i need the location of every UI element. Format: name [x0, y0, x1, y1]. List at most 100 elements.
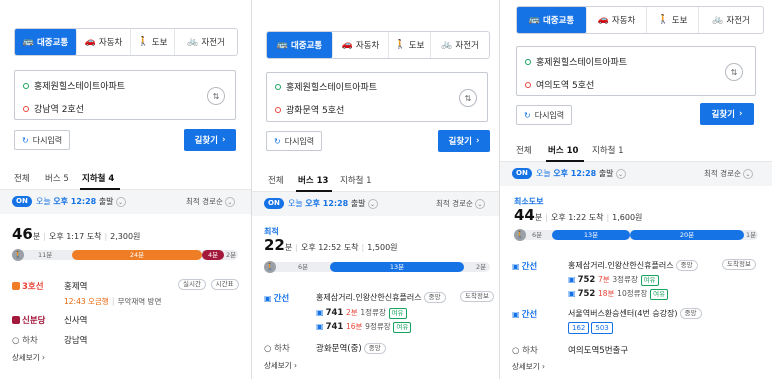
- swap-icon[interactable]: ⇅: [459, 89, 477, 107]
- mode-bike-button[interactable]: 🚲 자전거: [431, 32, 489, 58]
- origin-dot-icon: [275, 84, 281, 90]
- reset-button[interactable]: ↻ 다시입력: [516, 105, 573, 125]
- route-panel-gangnam: 🚌 대중교통 🚗 자동차 🚶 도보 🚲 자전거 홍제원힐스테이트아파트 강남역 2호선 …: [0, 0, 251, 379]
- result-tabs: 전체 버스 13 지하철 1: [252, 168, 499, 192]
- chevron-down-icon: ⌄: [224, 197, 235, 207]
- sort-select[interactable]: 최적 경로순 ⌄: [186, 196, 235, 207]
- mode-walk-button[interactable]: 🚶 도보: [131, 29, 175, 55]
- car-icon: 🚗: [341, 39, 353, 50]
- mode-car-button[interactable]: 🚗 자동차: [587, 7, 647, 33]
- walk-icon: 🚶: [514, 229, 526, 241]
- departure-time-select[interactable]: 오늘 오후 12:28 출발 ⌄: [36, 196, 126, 207]
- realtime-toggle[interactable]: ON: [512, 168, 532, 179]
- realtime-toggle[interactable]: ON: [264, 198, 284, 209]
- route-panel-yeouido: 🚌 대중교통 🚗 자동차 🚶 도보 🚲 자전거 홍제원힐스테이트아파트 여의도역 5호선…: [499, 0, 772, 379]
- subway-icon: [12, 282, 20, 290]
- details-link[interactable]: 상세보기 ›: [264, 360, 297, 371]
- departure-filter-bar: ON 오늘 오후 12:28 출발 ⌄ 최적 경로순 ⌄: [252, 192, 499, 216]
- tab-subway[interactable]: 지하철 1: [592, 144, 624, 156]
- sort-select[interactable]: 최적 경로순 ⌄: [436, 198, 485, 209]
- mode-transit-button[interactable]: 🚌 대중교통: [517, 7, 587, 33]
- chevron-down-icon: ⌄: [367, 199, 378, 209]
- realtime-toggle[interactable]: ON: [12, 196, 32, 207]
- swap-icon[interactable]: ⇅: [725, 63, 743, 81]
- tab-bus[interactable]: 버스 10: [548, 144, 578, 156]
- reset-button[interactable]: ↻ 다시입력: [266, 131, 323, 151]
- tab-all[interactable]: 전체: [268, 174, 284, 186]
- segment-line3: 24분: [72, 250, 202, 260]
- details-link[interactable]: 상세보기 ›: [512, 361, 545, 372]
- bus-number-badge[interactable]: 503: [591, 322, 613, 334]
- origin-field[interactable]: 홍제원힐스테이트아파트: [525, 55, 627, 68]
- segment-sinbundang: 4분: [202, 250, 224, 260]
- chevron-right-icon: ›: [738, 109, 743, 119]
- mode-car-button[interactable]: 🚗 자동차: [333, 32, 389, 58]
- alight-label: ○ 하차: [512, 346, 538, 356]
- find-route-button[interactable]: 길찾기 ›: [438, 130, 490, 152]
- bus-type-label: ▣ 간선: [512, 262, 538, 272]
- chevron-down-icon: ⌄: [115, 197, 126, 207]
- arrival-info-button[interactable]: 도착정보: [458, 291, 494, 302]
- tab-all[interactable]: 전체: [516, 144, 532, 156]
- mode-walk-button[interactable]: 🚶 도보: [389, 32, 431, 58]
- realtime-button[interactable]: 실시간: [178, 279, 206, 290]
- chevron-down-icon: ⌄: [615, 169, 626, 179]
- find-route-button[interactable]: 길찾기 ›: [700, 103, 754, 125]
- transfer-stop: 서울역버스환승센터(4번 승강장) 중앙: [568, 308, 702, 319]
- destination-field[interactable]: 여의도역 5호선: [525, 78, 594, 91]
- bus-icon: ▣: [568, 289, 576, 298]
- bus-icon: 🚌: [22, 36, 34, 47]
- bus-icon: ▣: [512, 262, 520, 271]
- alight-station: 강남역: [64, 336, 88, 346]
- bus-type-label: ▣ 간선: [264, 294, 290, 304]
- line3-label: 3호선: [12, 280, 44, 292]
- subway-icon: [12, 316, 20, 324]
- mode-car-button[interactable]: 🚗 자동차: [77, 29, 131, 55]
- station-actions: 실시간 시간표: [176, 279, 239, 290]
- tab-bus[interactable]: 버스 13: [298, 174, 328, 186]
- swap-icon[interactable]: ⇅: [207, 87, 225, 105]
- origin-field[interactable]: 홍제원힐스테이트아파트: [23, 79, 125, 92]
- sinbundang-label: 신분당: [12, 314, 45, 326]
- tab-subway[interactable]: 지하철 1: [340, 174, 372, 186]
- mode-transit-button[interactable]: 🚌 대중교통: [15, 29, 77, 55]
- boarding-stop: 홍제삼거리.인왕산한신휴플러스 중앙: [568, 260, 698, 271]
- bus-icon: ▣: [512, 310, 520, 319]
- details-link[interactable]: 상세보기 ›: [12, 352, 45, 363]
- alight-label: ○ 하차: [264, 344, 290, 354]
- mode-bike-button[interactable]: 🚲 자전거: [699, 7, 763, 33]
- departure-time-select[interactable]: 오늘 오후 12:28 출발 ⌄: [288, 198, 378, 209]
- find-route-button[interactable]: 길찾기 ›: [184, 129, 236, 151]
- bus-icon: ▣: [316, 322, 324, 331]
- route-timeline-bar: 🚶 6분 13분 20분 1분: [514, 229, 758, 241]
- route-summary: 44분 | 오후 1:22 도착 | 1,600원: [514, 206, 643, 224]
- reset-button[interactable]: ↻ 다시입력: [14, 130, 71, 150]
- alight-stop: 광화문역(중) 중앙: [316, 342, 386, 354]
- tab-subway[interactable]: 지하철 4: [82, 172, 114, 184]
- car-icon: 🚗: [84, 36, 96, 47]
- route-input-box: 홍제원힐스테이트아파트 여의도역 5호선 ⇅: [516, 46, 756, 96]
- walker-icon: 🚶: [137, 36, 149, 47]
- mode-walk-button[interactable]: 🚶 도보: [647, 7, 699, 33]
- bus-arrival-1: ▣ 741 2분 1정류장 여유: [316, 307, 407, 319]
- origin-field[interactable]: 홍제원힐스테이트아파트: [275, 80, 377, 93]
- mode-bike-button[interactable]: 🚲 자전거: [175, 29, 237, 55]
- bus-icon: ▣: [568, 275, 576, 284]
- bus-arrival-2: ▣ 741 16분 9정류장 여유: [316, 321, 412, 333]
- bicycle-icon: 🚲: [712, 14, 724, 25]
- mode-transit-button[interactable]: 🚌 대중교통: [267, 32, 333, 58]
- chevron-down-icon: ⌄: [474, 199, 485, 209]
- bus-number-badge[interactable]: 162: [568, 322, 590, 334]
- segment-bus-1: 13분: [552, 230, 630, 240]
- timetable-button[interactable]: 시간표: [210, 279, 239, 290]
- destination-field[interactable]: 광화문역 5호선: [275, 103, 344, 116]
- tab-all[interactable]: 전체: [14, 172, 30, 184]
- destination-field[interactable]: 강남역 2호선: [23, 102, 84, 115]
- train-info: 12:43 오금행 | 무악재역 방면: [64, 297, 162, 307]
- departure-time-select[interactable]: 오늘 오후 12:28 출발 ⌄: [536, 168, 626, 179]
- segment-end-label: 2분: [476, 263, 487, 271]
- walker-icon: 🚶: [394, 39, 406, 50]
- tab-bus[interactable]: 버스 5: [45, 172, 69, 184]
- arrival-info-button[interactable]: 도착정보: [720, 259, 756, 270]
- sort-select[interactable]: 최적 경로순 ⌄: [704, 168, 753, 179]
